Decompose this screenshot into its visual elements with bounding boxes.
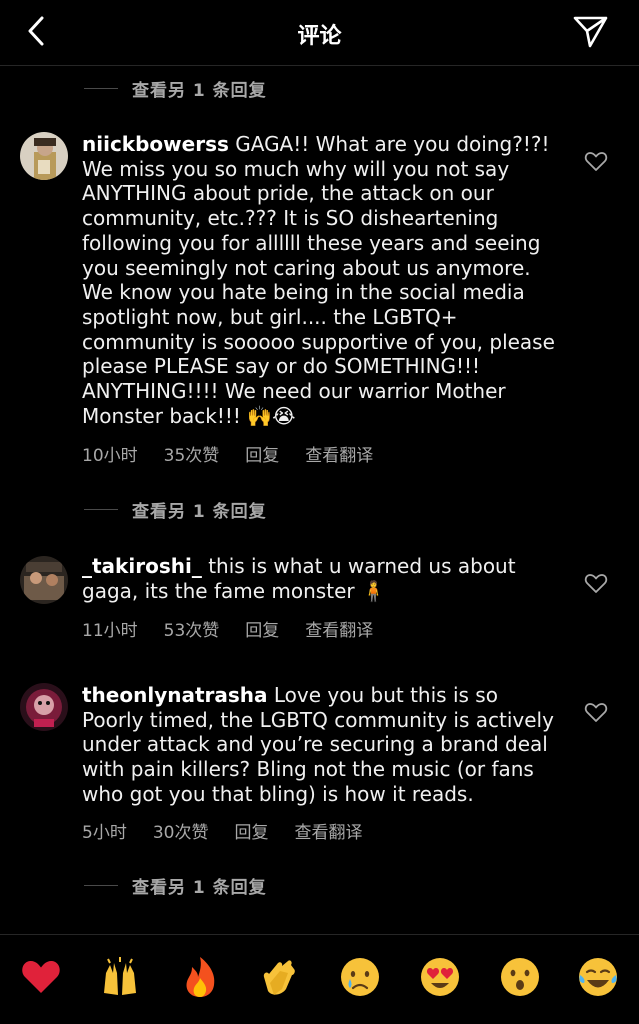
avatar[interactable]	[20, 556, 68, 604]
reply-button[interactable]: 回复	[234, 818, 268, 843]
heart-eyes-emoji-icon[interactable]	[418, 955, 462, 999]
comment-body: _takiroshi_ this is what u warned us abo…	[82, 554, 560, 603]
like-heart-icon[interactable]	[584, 572, 608, 594]
divider	[84, 87, 118, 89]
comment-meta: 5小时 30次赞 回复 查看翻译	[82, 818, 388, 843]
top-bar: 评论	[0, 0, 639, 66]
see-translation-button[interactable]: 查看翻译	[305, 616, 373, 641]
fire-emoji-icon[interactable]	[178, 955, 222, 999]
comment-body: niickbowerss GAGA!! What are you doing?!…	[82, 132, 560, 428]
comment-body: theonlynatrasha Love you but this is so …	[82, 683, 560, 807]
like-count[interactable]: 35次赞	[164, 441, 220, 466]
like-count[interactable]: 53次赞	[164, 616, 220, 641]
view-more-replies-link[interactable]: 查看另 1 条回复	[84, 497, 267, 522]
divider	[84, 884, 118, 886]
crying-face-emoji-icon[interactable]	[338, 955, 382, 999]
divider	[84, 508, 118, 510]
avatar[interactable]	[20, 683, 68, 731]
emoji-reaction-bar	[0, 934, 639, 1024]
reply-button[interactable]: 回复	[245, 616, 279, 641]
send-icon[interactable]	[570, 12, 610, 50]
comment-username[interactable]: _takiroshi_	[82, 554, 202, 578]
comment-time: 10小时	[82, 446, 138, 466]
view-more-replies-link[interactable]: 查看另 1 条回复	[84, 76, 267, 101]
comment-username[interactable]: niickbowerss	[82, 132, 229, 156]
reply-button[interactable]: 回复	[245, 441, 279, 466]
red-heart-emoji-icon[interactable]	[19, 955, 63, 999]
view-more-replies-link[interactable]: 查看另 1 条回复	[84, 873, 267, 898]
comment-meta: 11小时 53次赞 回复 查看翻译	[82, 616, 399, 641]
page-title: 评论	[297, 24, 342, 49]
comment-text: GAGA!! What are you doing?!?! We miss yo…	[82, 132, 555, 428]
like-heart-icon[interactable]	[584, 701, 608, 723]
like-count[interactable]: 30次赞	[153, 818, 209, 843]
raising-hands-emoji-icon[interactable]	[98, 955, 142, 999]
comment-username[interactable]: theonlynatrasha	[82, 683, 268, 707]
comment-time: 11小时	[82, 621, 138, 641]
tears-of-joy-emoji-icon[interactable]	[576, 955, 620, 999]
clapping-hands-emoji-icon[interactable]	[258, 955, 302, 999]
avatar[interactable]	[20, 132, 68, 180]
comment-time: 5小时	[82, 823, 127, 843]
like-heart-icon[interactable]	[584, 150, 608, 172]
see-translation-button[interactable]: 查看翻译	[305, 441, 373, 466]
astonished-face-emoji-icon[interactable]	[498, 955, 542, 999]
see-translation-button[interactable]: 查看翻译	[294, 818, 362, 843]
comment-meta: 10小时 35次赞 回复 查看翻译	[82, 441, 399, 466]
